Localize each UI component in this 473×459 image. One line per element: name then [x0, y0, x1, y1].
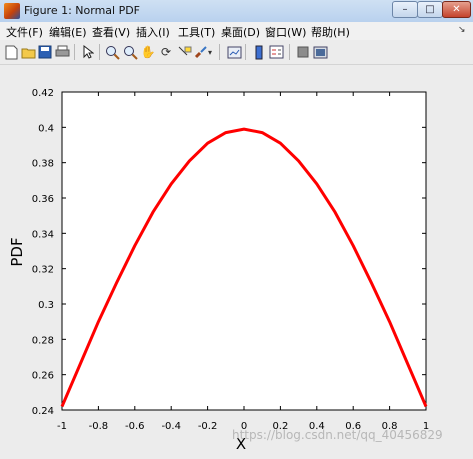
maximize-button[interactable]: □ — [417, 1, 443, 18]
insert-legend-icon[interactable] — [268, 44, 284, 60]
insert-colorbar-icon[interactable] — [251, 44, 267, 60]
edit-plot-arrow-icon[interactable] — [80, 44, 96, 60]
show-plot-tools-icon[interactable] — [312, 44, 328, 60]
menu-help[interactable]: 帮助(H) — [311, 24, 350, 40]
toolbar-separator — [289, 44, 290, 60]
close-button[interactable]: ✕ — [442, 1, 471, 18]
menu-view[interactable]: 查看(V) — [92, 24, 130, 40]
menu-bar: 文件(F) 编辑(E) 查看(V) 插入(I) 工具(T) 桌面(D) 窗口(W… — [0, 22, 473, 40]
plot-area: -1 -0.8 -0.6 -0.4 -0.2 0 0.2 0.4 0.6 0.8 10.240.26… — [8, 88, 429, 453]
toolbar-separator — [219, 44, 220, 60]
y-tick-label: 0.24 — [32, 406, 54, 417]
menu-file[interactable]: 文件(F) — [6, 24, 43, 40]
data-cursor-icon[interactable] — [176, 44, 192, 60]
menu-window[interactable]: 窗口(W) — [265, 24, 306, 40]
rotate-3d-icon[interactable]: ⟳ — [158, 44, 174, 60]
x-tick-label: -0.2 — [198, 421, 218, 432]
matlab-logo-icon — [4, 3, 20, 19]
link-plot-icon[interactable] — [226, 44, 242, 60]
title-bar: Figure 1: Normal PDF – □ ✕ — [0, 0, 473, 23]
x-tick-label: -1 — [57, 421, 67, 432]
y-axis-label: PDF — [8, 237, 26, 266]
axes-box — [61, 91, 427, 411]
print-icon[interactable] — [54, 44, 70, 60]
axes-ticks — [61, 91, 427, 411]
pan-hand-icon[interactable]: ✋ — [140, 44, 156, 60]
minimize-button[interactable]: – — [392, 1, 418, 18]
zoom-out-icon[interactable] — [122, 44, 138, 60]
open-file-icon[interactable] — [20, 44, 36, 60]
menu-tools[interactable]: 工具(T) — [178, 24, 215, 40]
y-tick-label: 0.36 — [32, 194, 54, 205]
menu-edit[interactable]: 编辑(E) — [49, 24, 87, 40]
y-tick-label: 0.3 — [38, 300, 54, 311]
y-tick-label: 0.38 — [32, 159, 54, 170]
window-title: Figure 1: Normal PDF — [24, 4, 141, 17]
pdf-curve — [60, 127, 428, 408]
toolbar-separator — [99, 44, 100, 60]
zoom-in-icon[interactable] — [104, 44, 120, 60]
x-tick-label: -0.4 — [161, 421, 181, 432]
y-tick-label: 0.42 — [32, 88, 54, 99]
dock-arrow-icon[interactable]: ↘ — [458, 25, 466, 35]
x-tick-label: -0.8 — [89, 421, 109, 432]
brush-dropdown-icon[interactable]: ▾ — [206, 44, 214, 60]
csdn-watermark: https://blog.csdn.net/qq_40456829 — [232, 428, 443, 442]
y-tick-label: 0.28 — [32, 335, 54, 346]
x-tick-label: -0.6 — [125, 421, 145, 432]
y-tick-label: 0.34 — [32, 229, 54, 240]
toolbar-separator — [74, 44, 75, 60]
new-figure-icon[interactable] — [3, 44, 19, 60]
y-tick-label: 0.26 — [32, 371, 54, 382]
figure-toolbar: ✋ ⟳ ▾ — [0, 40, 473, 65]
y-tick-label: 0.32 — [32, 265, 54, 276]
menu-desktop[interactable]: 桌面(D) — [221, 24, 260, 40]
save-icon[interactable] — [37, 44, 53, 60]
hide-plot-tools-icon[interactable] — [295, 44, 311, 60]
toolbar-separator — [245, 44, 246, 60]
tick-labels: -1 -0.8 -0.6 -0.4 -0.2 0 0.2 0.4 0.6 0.8 10.240.26… — [32, 88, 429, 432]
y-tick-label: 0.4 — [38, 123, 54, 134]
menu-insert[interactable]: 插入(I) — [136, 24, 170, 40]
